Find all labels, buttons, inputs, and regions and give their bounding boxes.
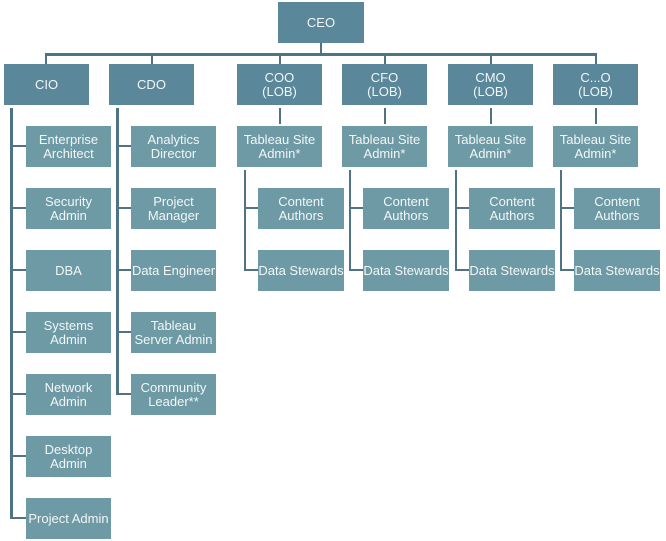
connector-line: [116, 331, 131, 333]
connector-line: [10, 331, 26, 333]
connector-line: [560, 207, 574, 209]
connector-line: [116, 207, 131, 209]
node-cio-report: Systems Admin: [26, 312, 111, 353]
node-lob-report: Data Stewards: [363, 250, 449, 291]
connector-line: [116, 145, 131, 147]
connector-line: [349, 207, 363, 209]
node-cio-report: Network Admin: [26, 374, 111, 415]
connector-line: [384, 53, 386, 64]
connector-line: [10, 207, 26, 209]
node-site-admin: Tableau Site Admin*: [342, 126, 427, 167]
node-cio-report: Project Admin: [26, 498, 111, 539]
node-cdo-report: Analytics Director: [131, 126, 216, 167]
node-cdo-report: Project Manager: [131, 188, 216, 229]
connector-line: [595, 108, 597, 124]
connector-line: [10, 145, 26, 147]
connector-line: [349, 269, 363, 271]
connector-line: [560, 269, 574, 271]
connector-line: [279, 108, 281, 124]
connector-line: [560, 170, 562, 271]
connector-line: [455, 170, 457, 271]
connector-line: [384, 108, 386, 124]
connector-line: [490, 53, 492, 64]
connector-line: [10, 517, 26, 519]
connector-line: [151, 53, 153, 64]
node-ceo: CEO: [278, 2, 364, 43]
node-cdo: CDO: [109, 64, 194, 105]
node-lob-exec: CMO (LOB): [448, 64, 533, 105]
node-lob-exec: C...O (LOB): [553, 64, 638, 105]
connector-line: [244, 269, 258, 271]
connector-line: [116, 393, 131, 395]
node-cio: CIO: [4, 64, 89, 105]
org-chart: CEO CIO Enterprise Architect Security Admi…: [0, 0, 666, 541]
node-lob-report: Content Authors: [574, 188, 660, 229]
connector-line: [490, 108, 492, 124]
connector-line: [244, 207, 258, 209]
node-cio-report: DBA: [26, 250, 111, 291]
node-site-admin: Tableau Site Admin*: [553, 126, 638, 167]
node-cdo-report: Data Engineer: [131, 250, 216, 291]
node-cio-report: Desktop Admin: [26, 436, 111, 477]
node-lob-exec: CFO (LOB): [342, 64, 427, 105]
connector-line: [455, 207, 469, 209]
connector-line: [10, 108, 13, 519]
connector-line: [10, 455, 26, 457]
node-site-admin: Tableau Site Admin*: [448, 126, 533, 167]
node-lob-exec: COO (LOB): [237, 64, 322, 105]
connector-line: [10, 393, 26, 395]
connector-line: [349, 170, 351, 271]
connector-line: [595, 53, 597, 64]
node-site-admin: Tableau Site Admin*: [237, 126, 322, 167]
node-lob-report: Data Stewards: [258, 250, 344, 291]
node-cdo-report: Community Leader**: [131, 374, 216, 415]
node-cio-report: Enterprise Architect: [26, 126, 111, 167]
node-cio-report: Security Admin: [26, 188, 111, 229]
connector-line: [244, 170, 246, 271]
connector-line: [279, 53, 281, 64]
node-lob-report: Data Stewards: [469, 250, 555, 291]
node-lob-report: Content Authors: [469, 188, 555, 229]
connector-line: [116, 269, 131, 271]
node-cdo-report: Tableau Server Admin: [131, 312, 216, 353]
connector-line: [10, 269, 26, 271]
node-lob-report: Content Authors: [258, 188, 344, 229]
connector-line: [45, 53, 47, 64]
connector-line: [45, 53, 597, 56]
connector-line: [455, 269, 469, 271]
connector-line: [116, 108, 119, 395]
node-lob-report: Data Stewards: [574, 250, 660, 291]
node-lob-report: Content Authors: [363, 188, 449, 229]
